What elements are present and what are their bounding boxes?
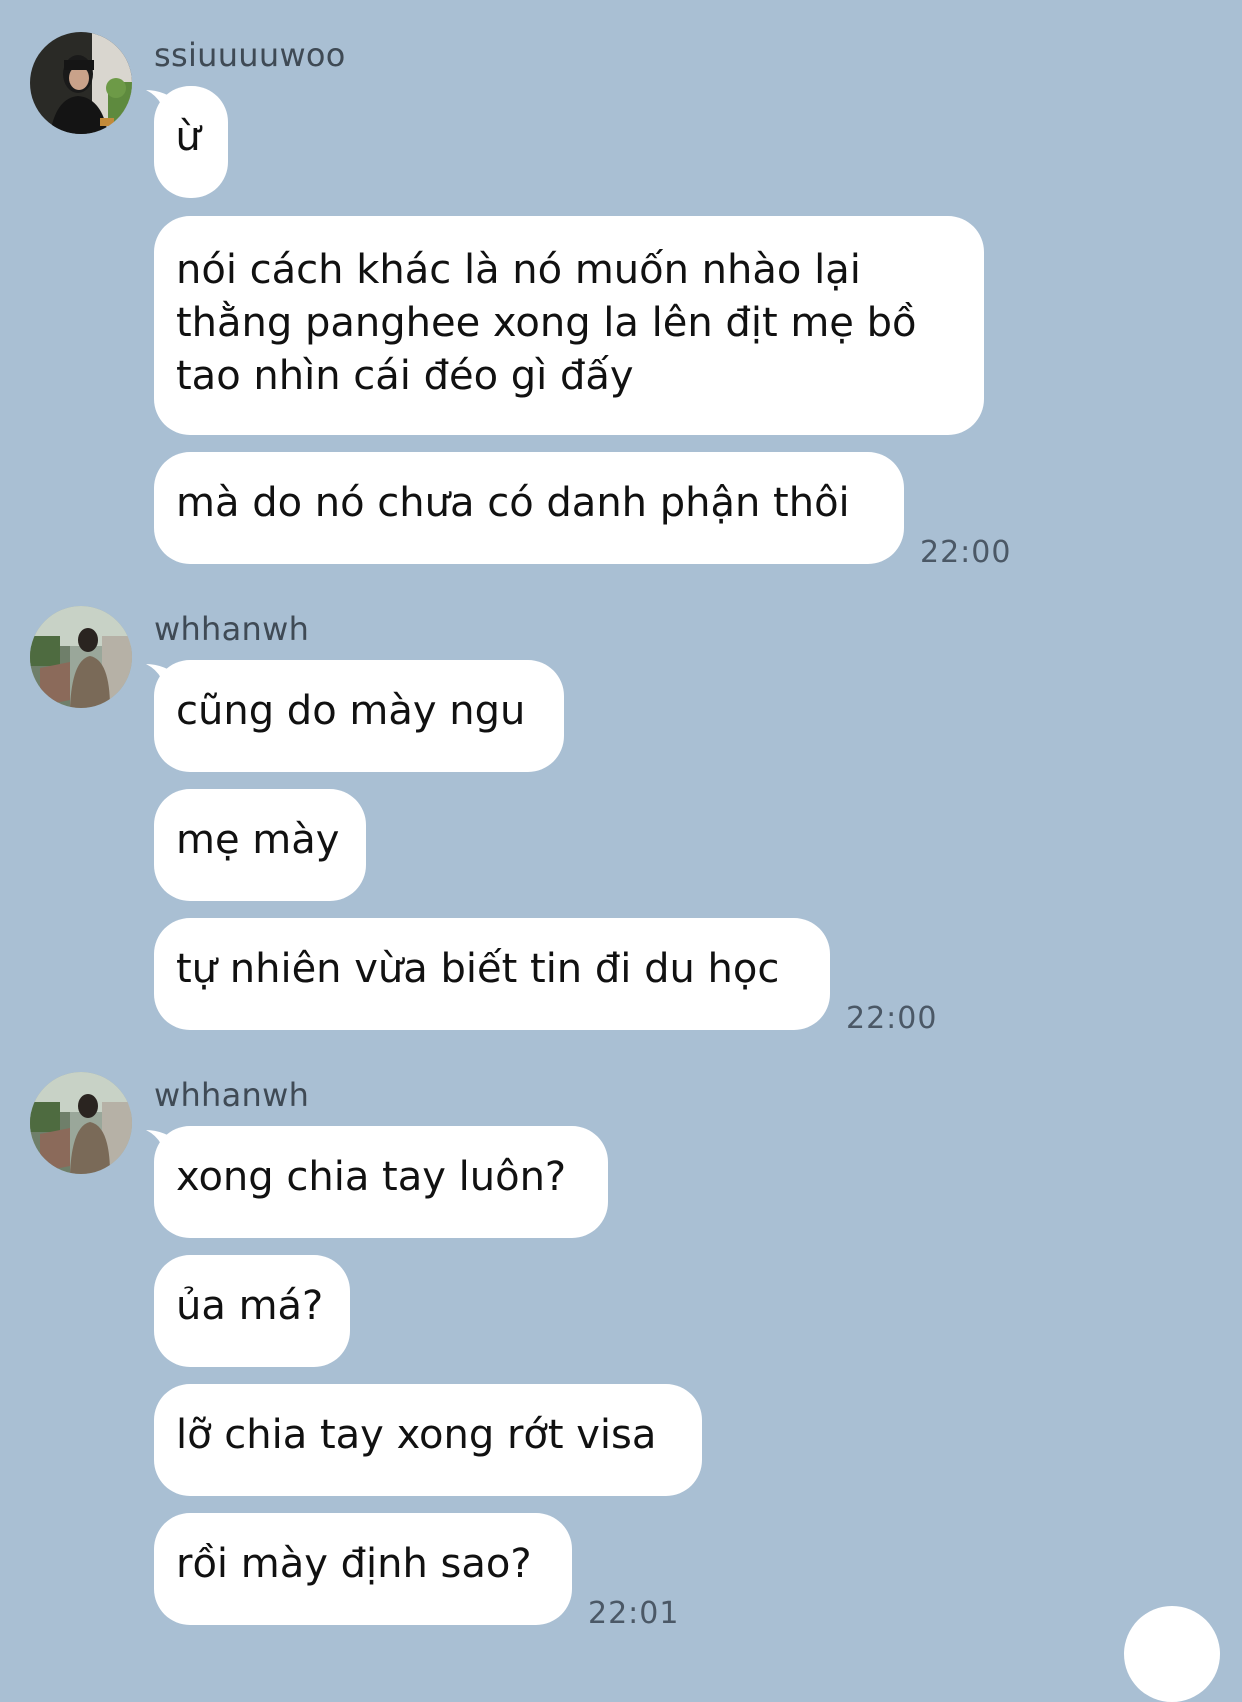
message-text: ủa má?: [176, 1283, 324, 1329]
scroll-to-bottom-button[interactable]: [1124, 1606, 1220, 1702]
sender-name: ssiuuuuwoo: [154, 36, 346, 74]
message-bubble[interactable]: mà do nó chưa có danh phận thôi: [154, 452, 904, 564]
message-bubble[interactable]: tự nhiên vừa biết tin đi du học: [154, 918, 830, 1030]
avatar[interactable]: [30, 606, 132, 708]
message-timestamp: 22:00: [920, 535, 1012, 570]
chat-thread[interactable]: ssiuuuuwoo ừ nói cách khác là nó muốn nh…: [0, 0, 1242, 1702]
message-text: xong chia tay luôn?: [176, 1154, 567, 1200]
message-timestamp: 22:00: [846, 1001, 938, 1036]
message-text: mẹ mày: [176, 817, 340, 863]
message-text: tự nhiên vừa biết tin đi du học: [176, 946, 780, 992]
sender-name: whhanwh: [154, 1076, 310, 1114]
message-text: lỡ chia tay xong rớt visa: [176, 1412, 657, 1458]
message-text: cũng do mày ngu: [176, 688, 526, 734]
message-bubble[interactable]: xong chia tay luôn?: [154, 1126, 608, 1238]
message-bubble[interactable]: cũng do mày ngu: [154, 660, 564, 772]
avatar[interactable]: [30, 1072, 132, 1174]
message-text: mà do nó chưa có danh phận thôi: [176, 480, 850, 526]
avatar[interactable]: [30, 32, 132, 134]
message-timestamp: 22:01: [588, 1596, 680, 1631]
message-bubble[interactable]: ủa má?: [154, 1255, 350, 1367]
message-bubble[interactable]: mẹ mày: [154, 789, 366, 901]
message-bubble[interactable]: lỡ chia tay xong rớt visa: [154, 1384, 702, 1496]
avatar-photo: [30, 32, 132, 134]
sender-name: whhanwh: [154, 610, 310, 648]
avatar-photo: [30, 1072, 132, 1174]
message-bubble[interactable]: ừ: [154, 86, 228, 198]
message-bubble[interactable]: rồi mày định sao?: [154, 1513, 572, 1625]
message-bubble[interactable]: nói cách khác là nó muốn nhào lại thằng …: [154, 216, 984, 435]
message-text: nói cách khác là nó muốn nhào lại thằng …: [176, 247, 917, 399]
avatar-photo: [30, 606, 132, 708]
message-text: rồi mày định sao?: [176, 1541, 532, 1587]
message-text: ừ: [175, 114, 201, 160]
